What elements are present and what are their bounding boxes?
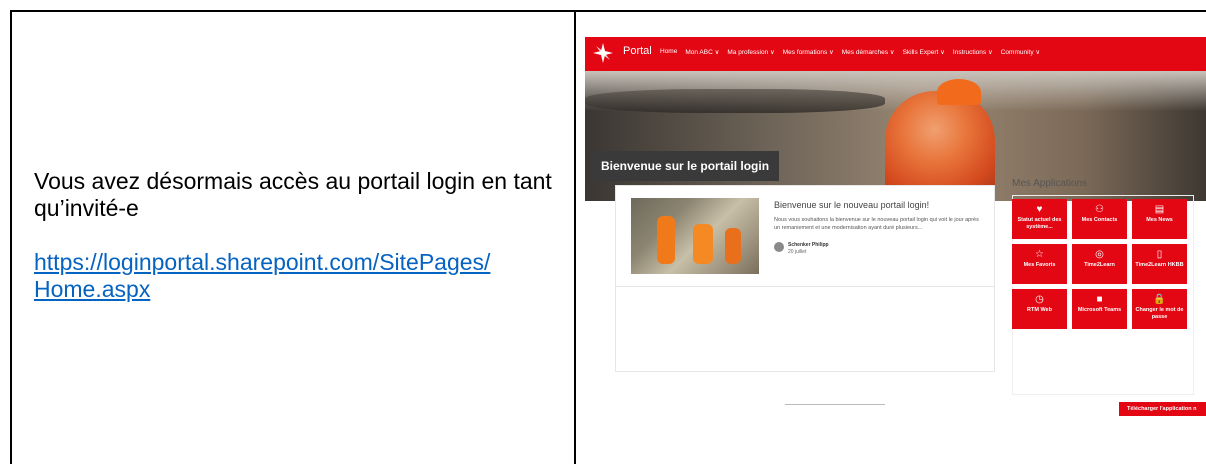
app-tile-statut[interactable]: ♥ Statut actuel des système... <box>1012 199 1067 239</box>
lock-icon: 🔒 <box>1153 294 1166 305</box>
news-title[interactable]: Bienvenue sur le nouveau portail login! <box>774 200 929 210</box>
menu-item-ma-profession[interactable]: Ma profession ∨ <box>727 48 774 56</box>
download-app-button[interactable]: Télécharger l'application n <box>1119 402 1206 416</box>
menu-item-skills-expert[interactable]: Skills Expert ∨ <box>903 48 945 56</box>
news-image <box>631 198 759 274</box>
app-tile-rtm-web[interactable]: ◷ RTM Web <box>1012 289 1067 329</box>
hero-title: Bienvenue sur le portail login <box>591 151 780 181</box>
heart-icon: ♥ <box>1036 204 1043 215</box>
news-date: 20 juillet <box>788 249 807 255</box>
hero-helmet-image <box>937 79 981 105</box>
instruction-cell: Vous avez désormais accès au portail log… <box>34 168 574 303</box>
menu-item-home[interactable]: Home <box>660 48 677 56</box>
star-logo-icon <box>593 43 613 63</box>
app-tile-news[interactable]: ▤ Mes News <box>1132 199 1187 239</box>
app-tile-password[interactable]: 🔒 Changer le mot de passe <box>1132 289 1187 329</box>
column-divider <box>574 10 576 464</box>
portal-link[interactable]: https://loginportal.sharepoint.com/SiteP… <box>34 249 490 302</box>
portal-link-line1: https://loginportal.sharepoint.com/SiteP… <box>34 249 491 275</box>
app-tile-contacts[interactable]: ⚇ Mes Contacts <box>1072 199 1127 239</box>
app-tile-teams[interactable]: ■ Microsoft Teams <box>1072 289 1127 329</box>
menu-item-community[interactable]: Community ∨ <box>1001 48 1040 56</box>
contacts-icon: ⚇ <box>1095 204 1104 215</box>
news-icon: ▤ <box>1154 204 1165 215</box>
app-tile-time2learn[interactable]: ◎ Time2Learn <box>1072 244 1127 284</box>
book-icon: ▯ <box>1156 249 1163 260</box>
instruction-text: Vous avez désormais accès au portail log… <box>34 168 552 221</box>
app-tile-favoris[interactable]: ☆ Mes Favoris <box>1012 244 1067 284</box>
app-tile-time2learn-hkbb[interactable]: ▯ Time2Learn HKBB <box>1132 244 1187 284</box>
news-description: Nous vous souhaitons la bienvenue sur le… <box>774 217 979 231</box>
portal-name[interactable]: Portal <box>623 45 652 57</box>
news-card[interactable]: Bienvenue sur le nouveau portail login! … <box>615 185 995 372</box>
menu-item-mon-abc[interactable]: Mon ABC ∨ <box>685 48 719 56</box>
page-divider <box>785 404 885 405</box>
menu-item-instructions[interactable]: Instructions ∨ <box>953 48 993 56</box>
favorites-icon: ☆ <box>1035 249 1044 260</box>
learn-icon: ◎ <box>1095 249 1104 260</box>
menu-item-mes-demarches[interactable]: Mes démarches ∨ <box>842 48 895 56</box>
teams-icon: ■ <box>1096 294 1103 305</box>
portal-menu: Home Mon ABC ∨ Ma profession ∨ Mes forma… <box>660 48 1048 56</box>
menu-item-mes-formations[interactable]: Mes formations ∨ <box>783 48 834 56</box>
card-divider <box>616 286 994 287</box>
avatar <box>774 242 784 252</box>
portal-topbar: Portal Home Mon ABC ∨ Ma profession ∨ Me… <box>585 37 1206 71</box>
hero-banner: Bienvenue sur le portail login <box>585 71 1206 201</box>
apps-title: Mes Applications <box>1012 178 1088 189</box>
hero-train-image <box>585 89 885 113</box>
portal-screenshot: Portal Home Mon ABC ∨ Ma profession ∨ Me… <box>585 37 1206 429</box>
clock-icon: ◷ <box>1035 294 1044 305</box>
portal-link-line2: Home.aspx <box>34 276 151 302</box>
news-author: Schenker Philipp <box>788 242 829 248</box>
